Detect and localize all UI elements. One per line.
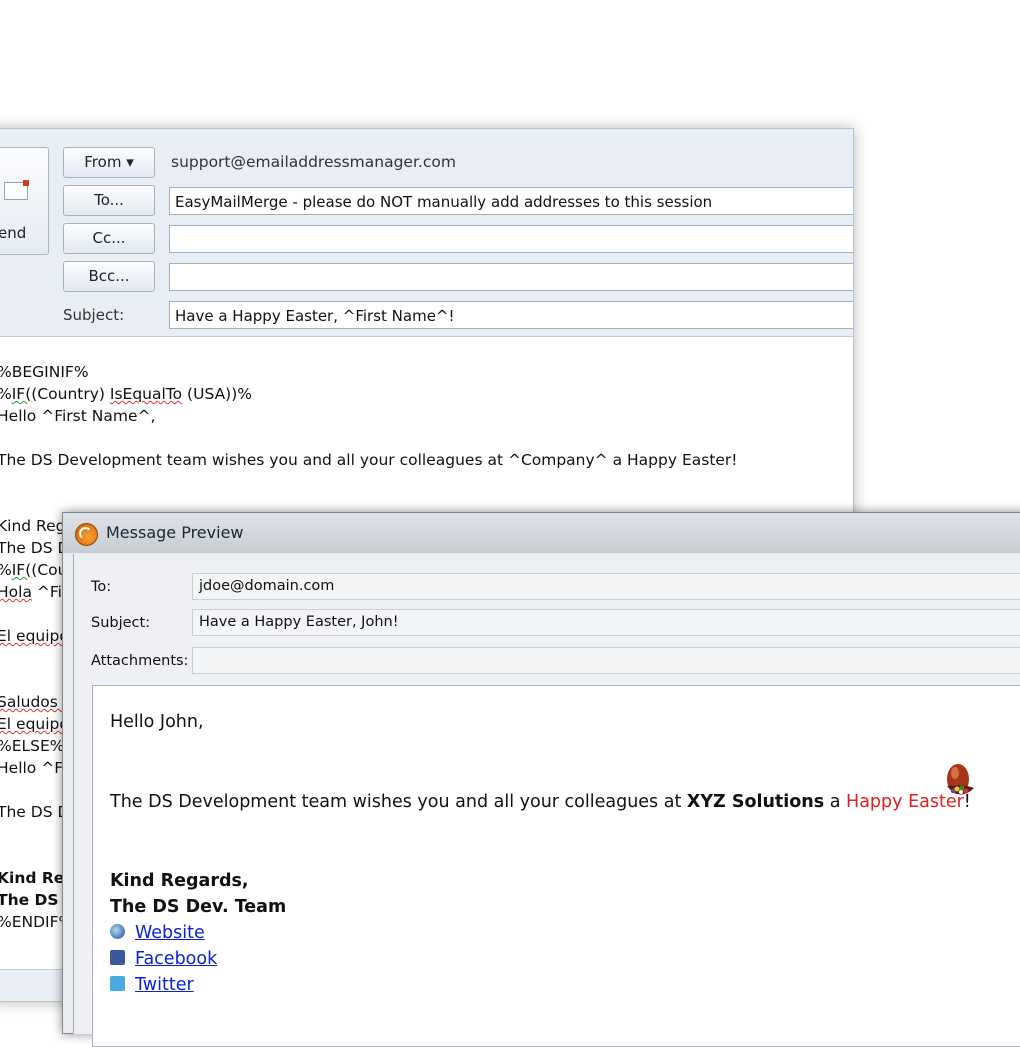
easter-message: The DS Development team wishes you and a… xyxy=(110,792,971,812)
send-envelope-icon xyxy=(4,180,29,200)
signature-line-1: Kind Regards, xyxy=(110,871,249,891)
to-button[interactable]: To... xyxy=(63,185,155,216)
greeting: Hello John, xyxy=(110,712,204,732)
website-link[interactable]: Website xyxy=(135,923,205,943)
cc-button[interactable]: Cc... xyxy=(63,223,155,254)
attachments-label: Attachments: xyxy=(91,653,189,669)
preview-title: Message Preview xyxy=(106,523,244,542)
preview-content: To: jdoe@domain.com Subject: Have a Happ… xyxy=(73,554,1020,1047)
cc-field[interactable] xyxy=(169,225,853,253)
send-button-label: end xyxy=(0,224,27,242)
twitter-link[interactable]: Twitter xyxy=(135,975,194,995)
send-button[interactable]: end xyxy=(0,147,49,255)
globe-icon xyxy=(110,924,125,939)
from-address: support@emailaddressmanager.com xyxy=(171,153,456,171)
facebook-row: Facebook xyxy=(110,949,217,969)
body-line xyxy=(0,427,738,449)
message-preview-window: Message Preview To: jdoe@domain.com Subj… xyxy=(62,512,1020,1047)
company-name: XYZ Solutions xyxy=(686,792,825,812)
attachments-value xyxy=(192,647,1020,674)
website-row: Website xyxy=(110,923,205,943)
body-line: The DS Development team wishes you and a… xyxy=(0,451,738,469)
facebook-link[interactable]: Facebook xyxy=(135,949,217,969)
signature-line-2: The DS Dev. Team xyxy=(110,897,287,917)
subject-field[interactable]: Have a Happy Easter, ^First Name^! xyxy=(169,301,853,329)
bcc-field[interactable] xyxy=(169,263,853,291)
preview-titlebar[interactable]: Message Preview xyxy=(63,513,1020,553)
from-button[interactable]: From ▾ xyxy=(63,147,155,178)
easter-egg-icon xyxy=(947,764,974,795)
app-logo-icon xyxy=(75,523,98,546)
message-body: Hello John, The DS Development team wish… xyxy=(92,685,1020,1047)
body-line: %BEGINIF% xyxy=(0,363,89,381)
subject-value: Have a Happy Easter, John! xyxy=(192,609,1020,636)
body-line xyxy=(0,471,738,493)
to-value: jdoe@domain.com xyxy=(192,573,1020,600)
body-line: %IF((Country) IsEqualTo (USA))% xyxy=(0,385,252,403)
twitter-row: Twitter xyxy=(110,975,194,995)
to-label: To: xyxy=(91,579,112,595)
body-line: Hello ^First Name^, xyxy=(0,407,156,425)
to-field[interactable]: EasyMailMerge - please do NOT manually a… xyxy=(169,187,853,215)
compose-header: end From ▾ support@emailaddressmanager.c… xyxy=(0,129,853,337)
subject-label: Subject: xyxy=(63,306,125,324)
twitter-icon xyxy=(110,976,125,991)
bcc-button[interactable]: Bcc... xyxy=(63,261,155,292)
subject-label: Subject: xyxy=(91,615,151,631)
facebook-icon xyxy=(110,950,125,965)
